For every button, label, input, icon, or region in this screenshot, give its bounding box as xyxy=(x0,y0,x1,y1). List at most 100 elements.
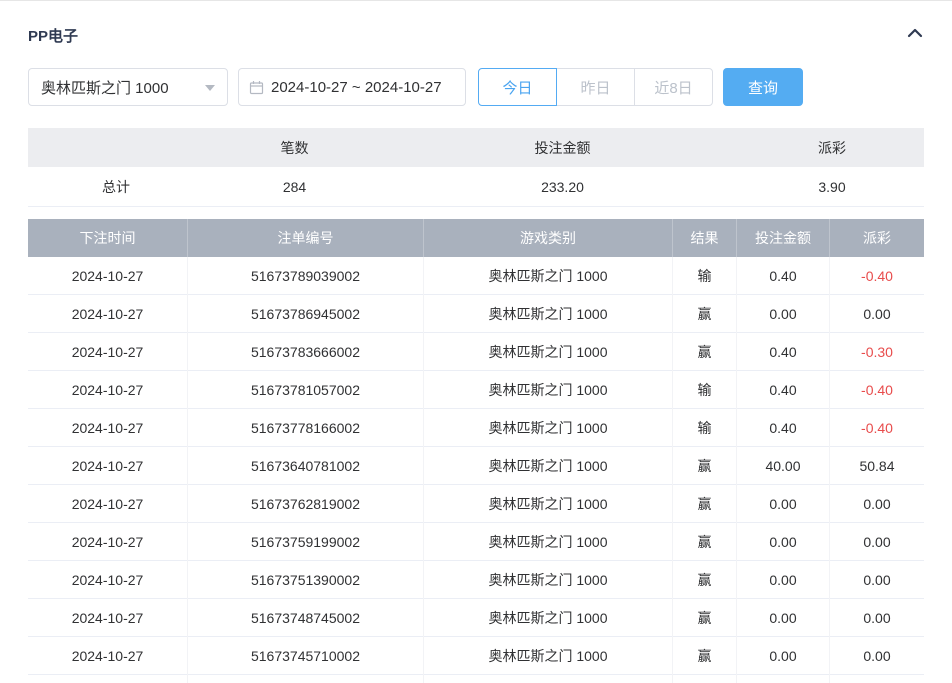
cell-bet-time: 2024-10-27 xyxy=(28,485,188,523)
cell-payout: 0.00 xyxy=(863,572,891,588)
cell-payout: 0.00 xyxy=(863,610,891,626)
cell-bet-time: 2024-10-27 xyxy=(28,257,188,295)
cell-bet-amount: 0.40 xyxy=(737,409,830,447)
cell-result: 赢 xyxy=(673,599,737,637)
cell-bet-time: 2024-10-27 xyxy=(28,371,188,409)
table-row: 2024-10-27 51673781057002 奥林匹斯之门 1000 输 0.40… xyxy=(28,371,924,409)
cell-game-type: 奥林匹斯之门 1000 xyxy=(424,447,673,485)
cell-game-type: 奥林匹斯之门 1000 xyxy=(424,637,673,675)
summary-total-bet-amount: 233.20 xyxy=(541,178,584,195)
table-row: 2024-10-27 51673748745002 奥林匹斯之门 1000 赢 0.00… xyxy=(28,599,924,637)
cell-payout: 0.00 xyxy=(863,534,891,550)
date-range-value: 2024-10-27 ~ 2024-10-27 xyxy=(271,78,442,96)
cell-bet-time: 2024-10-27 xyxy=(28,295,188,333)
cell-payout: -0.30 xyxy=(861,344,893,360)
cell-result: 赢 xyxy=(673,523,737,561)
cell-result xyxy=(673,675,737,683)
search-button[interactable]: 查询 xyxy=(723,68,803,106)
cell-game-type: 奥林匹斯之门 1000 xyxy=(424,523,673,561)
cell-payout: -0.40 xyxy=(861,382,893,398)
cell-payout: 0.00 xyxy=(863,306,891,322)
summary-header-count: 笔数 xyxy=(280,139,309,156)
cell-bet-amount: 0.40 xyxy=(737,371,830,409)
chevron-up-icon xyxy=(906,26,924,45)
cell-game-type: 奥林匹斯之门 1000 xyxy=(424,409,673,447)
quick-date-buttons: 今日 昨日 近8日 xyxy=(478,68,713,106)
cell-bet-id: 51673759199002 xyxy=(188,523,424,561)
cell-result: 赢 xyxy=(673,637,737,675)
summary-total-count: 284 xyxy=(282,178,307,195)
cell-payout: -0.40 xyxy=(861,420,893,436)
game-select[interactable]: 奥林匹斯之门 1000 xyxy=(28,68,228,106)
cell-bet-time: 2024-10-27 xyxy=(28,409,188,447)
cell-bet-id: 51673789039002 xyxy=(188,257,424,295)
cell-payout: 0.00 xyxy=(863,496,891,512)
today-button[interactable]: 今日 xyxy=(478,68,557,106)
cell-bet-amount: 0.00 xyxy=(737,295,830,333)
cell-bet-id: 51673781057002 xyxy=(188,371,424,409)
date-range-input[interactable]: 2024-10-27 ~ 2024-10-27 xyxy=(238,68,466,106)
cell-bet-amount: 0.00 xyxy=(737,561,830,599)
table-row: 2024-10-27 51673783666002 奥林匹斯之门 1000 赢 0.40… xyxy=(28,333,924,371)
cell-game-type: 奥林匹斯之门 1000 xyxy=(424,371,673,409)
cell-result: 赢 xyxy=(673,447,737,485)
summary-header-payout: 派彩 xyxy=(818,139,846,156)
cell-result: 输 xyxy=(673,371,737,409)
page-title: PP电子 xyxy=(28,28,79,45)
cell-bet-id: 51673640781002 xyxy=(188,447,424,485)
cell-bet-time: 2024-10-27 xyxy=(28,675,188,683)
cell-result: 输 xyxy=(673,257,737,295)
cell-bet-amount: 0.00 xyxy=(737,485,830,523)
table-row: 2024-10-27 51673640781002 奥林匹斯之门 1000 赢 40.0… xyxy=(28,447,924,485)
summary-total-row: 总计 284 233.20 3.90 xyxy=(28,167,924,207)
cell-bet-time: 2024-10-27 xyxy=(28,447,188,485)
cell-bet-amount: 0.40 xyxy=(737,257,830,295)
detail-table: 下注时间 注单编号 游戏类别 结果 投注金额 派彩 2024-10-27 5167… xyxy=(28,219,924,683)
cell-game-type: 奥林匹斯之门 1000 xyxy=(424,257,673,295)
cell-bet-time: 2024-10-27 xyxy=(28,523,188,561)
detail-header-bet-amount: 投注金额 xyxy=(737,219,830,257)
cell-game-type: 奥林匹斯之门 1000 xyxy=(424,599,673,637)
cell-result: 赢 xyxy=(673,295,737,333)
chevron-down-icon xyxy=(205,85,215,91)
detail-table-header: 下注时间 注单编号 游戏类别 结果 投注金额 派彩 xyxy=(28,219,924,257)
collapse-button[interactable] xyxy=(906,26,924,45)
cell-bet-id xyxy=(188,675,424,683)
detail-table-body: 2024-10-27 51673789039002 奥林匹斯之门 1000 输 0.40… xyxy=(28,257,924,683)
cell-bet-id: 51673748745002 xyxy=(188,599,424,637)
cell-result: 赢 xyxy=(673,561,737,599)
cell-bet-time: 2024-10-27 xyxy=(28,599,188,637)
cell-bet-time: 2024-10-27 xyxy=(28,561,188,599)
detail-header-result: 结果 xyxy=(673,219,737,257)
last-8-days-button[interactable]: 近8日 xyxy=(634,68,713,106)
detail-header-payout: 派彩 xyxy=(863,230,891,246)
yesterday-button[interactable]: 昨日 xyxy=(556,68,635,106)
cell-game-type: 奥林匹斯之门 1000 xyxy=(424,561,673,599)
table-row: 2024-10-27 51673778166002 奥林匹斯之门 1000 输 0.40… xyxy=(28,409,924,447)
cell-bet-id: 51673751390002 xyxy=(188,561,424,599)
summary-total-payout: 3.90 xyxy=(818,178,846,195)
cell-bet-amount: 0.00 xyxy=(737,599,830,637)
cell-game-type: 奥林匹斯之门 1000 xyxy=(424,333,673,371)
cell-result: 输 xyxy=(673,409,737,447)
betting-records-panel: PP电子 奥林匹斯之门 1000 2024-10-27 ~ 2024-10-27… xyxy=(0,0,952,683)
panel-header: PP电子 xyxy=(28,1,924,46)
cell-bet-amount: 0.00 xyxy=(737,637,830,675)
table-row: 2024-10-27 奥林匹斯之门 1000 xyxy=(28,675,924,683)
summary-total-label: 总计 xyxy=(102,178,130,195)
cell-payout: 0.00 xyxy=(863,648,891,664)
table-row: 2024-10-27 51673745710002 奥林匹斯之门 1000 赢 0.00… xyxy=(28,637,924,675)
detail-header-bet-time: 下注时间 xyxy=(28,219,188,257)
cell-bet-id: 51673745710002 xyxy=(188,637,424,675)
table-row: 2024-10-27 51673786945002 奥林匹斯之门 1000 赢 0.00… xyxy=(28,295,924,333)
table-row: 2024-10-27 51673789039002 奥林匹斯之门 1000 输 0.40… xyxy=(28,257,924,295)
summary-header-bet-amount: 投注金额 xyxy=(534,139,591,156)
filter-bar: 奥林匹斯之门 1000 2024-10-27 ~ 2024-10-27 今日 昨… xyxy=(28,68,924,106)
cell-bet-id: 51673783666002 xyxy=(188,333,424,371)
cell-bet-id: 51673762819002 xyxy=(188,485,424,523)
calendar-icon xyxy=(249,80,264,95)
game-select-value: 奥林匹斯之门 1000 xyxy=(41,79,169,97)
cell-bet-amount: 40.00 xyxy=(737,447,830,485)
cell-bet-amount: 0.40 xyxy=(737,333,830,371)
summary-table: 笔数 投注金额 派彩 总计 284 233.20 3.90 xyxy=(28,128,924,207)
